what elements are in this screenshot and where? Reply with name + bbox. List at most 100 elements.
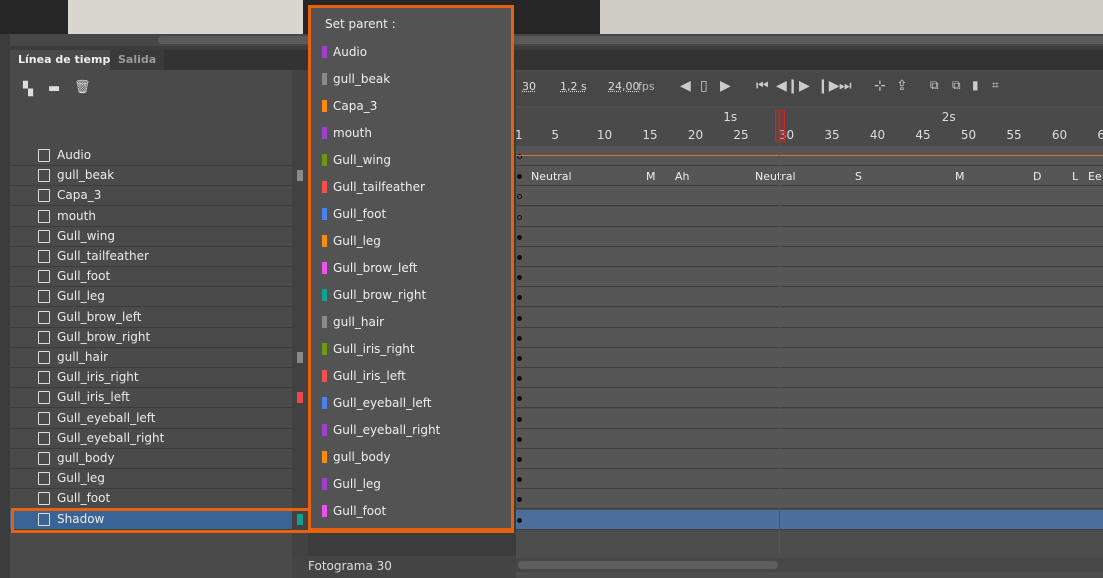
current-frame-field[interactable]: 30	[522, 80, 536, 93]
menu-item-parent[interactable]: Gull_brow_left	[320, 258, 500, 278]
layer-row[interactable]: Gull_foot	[10, 267, 292, 288]
frame-row[interactable]	[516, 166, 1103, 187]
current-time-field[interactable]: 1,2 s	[560, 80, 587, 93]
layer-icon	[38, 290, 50, 304]
loop-icon[interactable]: ⇪	[896, 78, 908, 94]
keyframe[interactable]	[517, 416, 522, 422]
frame-row[interactable]	[516, 428, 1103, 449]
layer-row[interactable]: Gull_wing	[10, 226, 292, 247]
frame-row[interactable]	[516, 368, 1103, 389]
frame-row[interactable]	[516, 146, 1103, 166]
parent-color-swatch[interactable]	[297, 352, 303, 363]
frame-row[interactable]	[516, 509, 1103, 530]
menu-item-parent[interactable]: gull_body	[320, 447, 500, 467]
play-icon[interactable]: ▶	[799, 78, 810, 94]
step-back-icon[interactable]: ◀❙	[776, 78, 799, 94]
layer-row[interactable]: gull_beak	[10, 166, 292, 187]
menu-item-parent[interactable]: gull_beak	[320, 69, 500, 89]
layer-row[interactable]: Gull_leg	[10, 287, 292, 308]
tab-output[interactable]: Salida	[110, 50, 165, 70]
layer-row[interactable]: mouth	[10, 206, 292, 227]
keyframe[interactable]	[517, 356, 522, 361]
frame-row[interactable]	[516, 449, 1103, 469]
scrollbar-thumb[interactable]	[518, 561, 778, 569]
prev-arrow-icon[interactable]: ◀	[680, 78, 691, 94]
menu-item-label: gull_body	[333, 450, 391, 464]
layer-row[interactable]: Gull_leg	[10, 469, 292, 490]
menu-item-parent[interactable]: Gull_leg	[320, 474, 500, 494]
stage-canvas	[68, 0, 303, 34]
fps-field[interactable]: 24,00	[608, 80, 640, 93]
frame-row[interactable]	[516, 307, 1103, 328]
layer-row[interactable]: Gull_eyeball_left	[10, 408, 292, 429]
layer-row[interactable]: Gull_tailfeather	[10, 247, 292, 267]
frame-row[interactable]	[516, 327, 1103, 348]
go-to-last-icon[interactable]: ⏭	[839, 78, 852, 94]
frame-row[interactable]	[516, 348, 1103, 368]
frame-row[interactable]	[516, 206, 1103, 227]
parent-color-swatch[interactable]	[297, 170, 303, 182]
playhead-handle[interactable]	[775, 110, 785, 142]
menu-item-parent[interactable]: Gull_brow_right	[320, 285, 500, 305]
frame-row[interactable]	[516, 226, 1103, 247]
menu-item-parent[interactable]: mouth	[320, 123, 500, 143]
menu-item-parent[interactable]: gull_hair	[320, 312, 500, 332]
edit-multiple-icon[interactable]: ▮	[972, 78, 979, 92]
menu-item-parent[interactable]: Capa_3	[320, 96, 500, 116]
frame-row[interactable]	[516, 247, 1103, 267]
layer-row[interactable]: Gull_iris_left	[10, 388, 292, 409]
frame-row[interactable]	[516, 408, 1103, 429]
onion-skin-icon[interactable]: ⧉	[930, 78, 939, 93]
menu-item-parent[interactable]: Gull_leg	[320, 231, 500, 251]
frame-row[interactable]	[516, 267, 1103, 288]
onion-marker-icon[interactable]: ▯	[700, 78, 708, 94]
menu-item-parent[interactable]: Gull_iris_left	[320, 366, 500, 386]
menu-item-parent[interactable]: Gull_foot	[320, 501, 500, 521]
layer-row[interactable]: Gull_eyeball_right	[10, 428, 292, 449]
keyframe[interactable]	[517, 436, 522, 442]
layer-row[interactable]: gull_hair	[10, 348, 292, 368]
layer-row[interactable]: Capa_3	[10, 186, 292, 207]
center-frame-icon[interactable]: ⊹	[874, 78, 886, 94]
layer-row[interactable]: Audio	[10, 146, 292, 166]
menu-item-parent[interactable]: Gull_eyeball_left	[320, 393, 500, 413]
menu-item-parent[interactable]: Audio	[320, 42, 500, 62]
frame-row[interactable]	[516, 469, 1103, 490]
keyframe[interactable]	[517, 335, 522, 341]
tab-timeline[interactable]: Línea de tiempo	[10, 50, 126, 70]
new-folder-icon[interactable]: ▬	[48, 81, 60, 96]
onion-outline-icon[interactable]: ⧉	[952, 78, 961, 93]
layer-row[interactable]: gull_body	[10, 449, 292, 469]
keyframe[interactable]	[517, 255, 522, 260]
fit-frames-icon[interactable]: ⌗	[992, 78, 999, 93]
frame-row[interactable]	[516, 489, 1103, 510]
frame-row[interactable]	[516, 186, 1103, 207]
timeline-scrollbar[interactable]	[516, 558, 1103, 572]
next-arrow-icon[interactable]: ▶	[720, 78, 731, 94]
keyframe[interactable]	[517, 457, 522, 462]
keyframe[interactable]	[517, 315, 522, 321]
stage-horizontal-scrollbar[interactable]	[10, 34, 1103, 46]
trash-icon[interactable]: 🗑	[74, 80, 91, 95]
step-forward-icon[interactable]: ❙▶	[817, 78, 840, 94]
layer-row[interactable]: Gull_brow_right	[10, 327, 292, 348]
layer-row[interactable]: Gull_iris_right	[10, 368, 292, 389]
layer-row[interactable]: Gull_foot	[10, 489, 292, 510]
menu-item-parent[interactable]: Gull_eyeball_right	[320, 420, 500, 440]
menu-item-parent[interactable]: Gull_foot	[320, 204, 500, 224]
layer-row[interactable]: Gull_brow_left	[10, 307, 292, 328]
timeline-ruler[interactable]: 151015202530354045505560651s2s	[515, 108, 1103, 146]
keyframe[interactable]	[517, 517, 522, 523]
menu-item-parent[interactable]: Gull_tailfeather	[320, 177, 500, 197]
menu-item-parent[interactable]: Gull_wing	[320, 150, 500, 170]
go-to-first-icon[interactable]: ⏮	[756, 78, 769, 94]
frame-row[interactable]	[516, 388, 1103, 409]
keyframe[interactable]	[517, 234, 522, 240]
new-layer-icon[interactable]: ▚	[23, 82, 33, 97]
frame-row[interactable]	[516, 287, 1103, 308]
layer-icon	[38, 452, 50, 465]
menu-item-parent[interactable]: Gull_iris_right	[320, 339, 500, 359]
keyframe[interactable]	[517, 214, 522, 220]
parent-color-swatch[interactable]	[297, 392, 303, 404]
scrollbar-thumb[interactable]	[158, 36, 1103, 44]
